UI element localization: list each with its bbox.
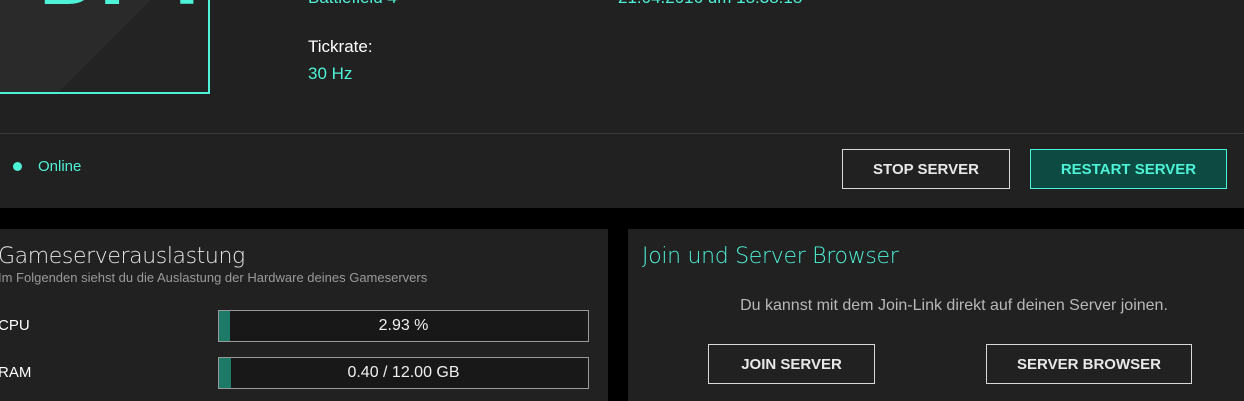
- join-title: Join und Server Browser: [642, 244, 899, 269]
- server-browser-button[interactable]: SERVER BROWSER: [986, 344, 1192, 384]
- join-description: Du kannst mit dem Join-Link direkt auf d…: [740, 297, 1168, 314]
- cpu-usage-value: 2.93 %: [378, 317, 429, 334]
- cpu-label: CPU: [0, 317, 30, 334]
- game-logo: BF4: [0, 0, 210, 94]
- usage-card: Gameserverauslastung Im Folgenden siehst…: [0, 229, 608, 401]
- tickrate-label: Tickrate:: [308, 37, 373, 56]
- page: BF4 Battlefield 4 21.04.2016 um 18:38:18…: [0, 0, 1244, 401]
- ram-label: RAM: [0, 364, 32, 381]
- join-card: Join und Server Browser Du kannst mit de…: [628, 229, 1244, 401]
- game-logo-text: BF4: [38, 0, 208, 16]
- cpu-usage-bar: 2.93 %: [218, 310, 589, 342]
- status-dot-icon: [13, 162, 22, 171]
- panel-divider: [0, 133, 1244, 134]
- ram-usage-value: 0.40 / 12.00 GB: [347, 364, 460, 381]
- status-text: Online: [38, 158, 82, 175]
- usage-title: Gameserverauslastung: [0, 244, 245, 269]
- ram-usage-bar: 0.40 / 12.00 GB: [218, 357, 589, 389]
- stop-server-button[interactable]: STOP SERVER: [842, 149, 1010, 189]
- usage-subtitle: Im Folgenden siehst du die Auslastung de…: [0, 270, 428, 285]
- restart-server-button[interactable]: RESTART SERVER: [1030, 149, 1227, 189]
- start-date: 21.04.2016 um 18:38:18: [618, 0, 802, 8]
- tickrate-value: 30 Hz: [308, 64, 353, 83]
- game-name: Battlefield 4: [308, 0, 397, 8]
- join-server-button[interactable]: JOIN SERVER: [708, 344, 875, 384]
- server-panel: BF4 Battlefield 4 21.04.2016 um 18:38:18…: [0, 0, 1244, 208]
